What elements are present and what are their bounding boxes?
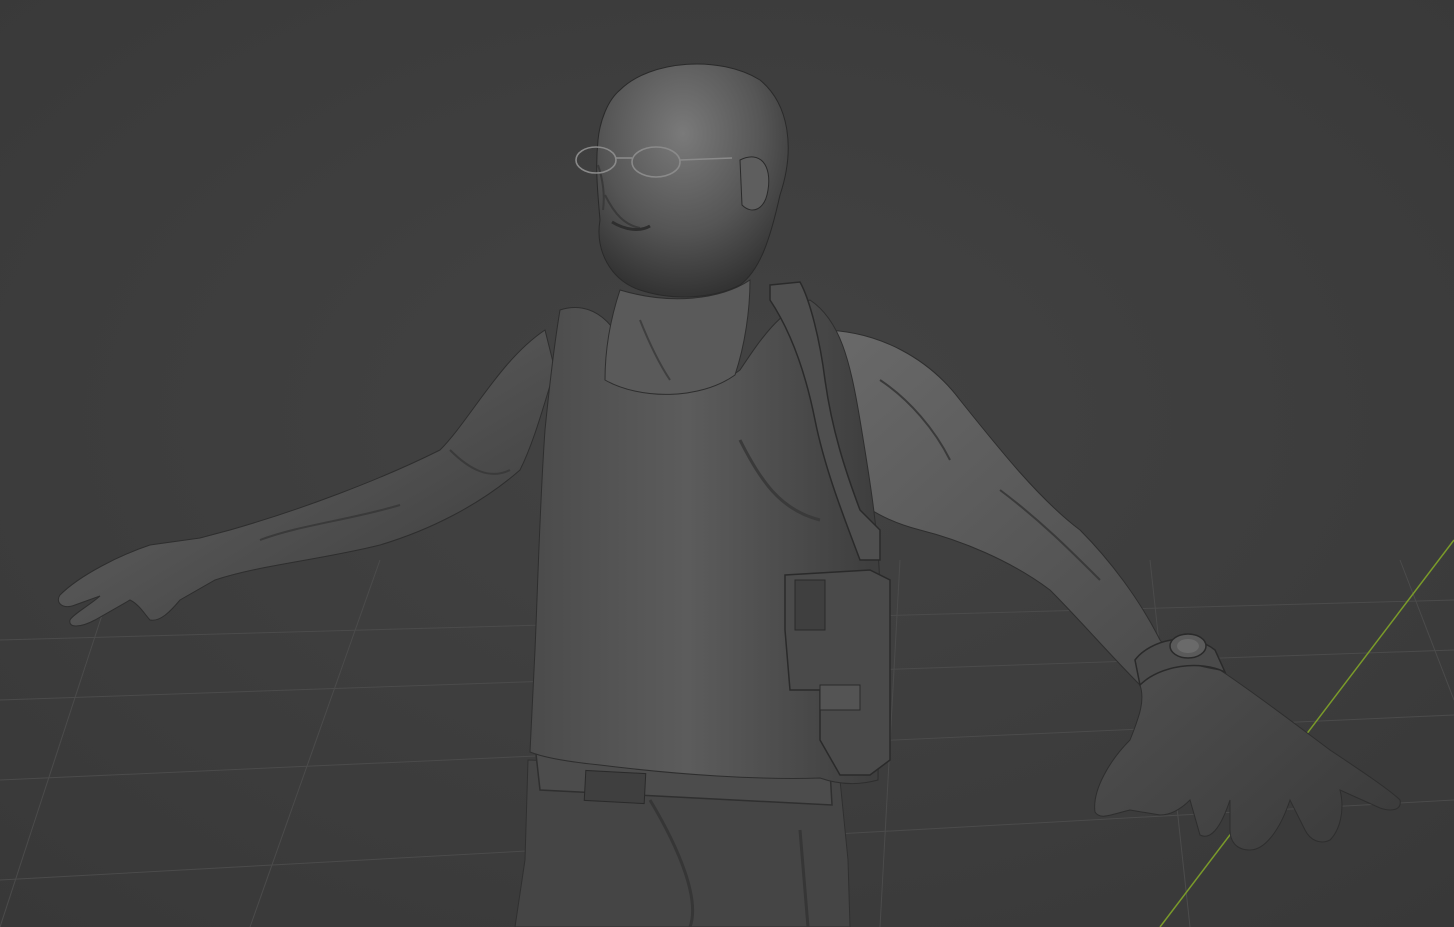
3d-viewport[interactable]: [0, 0, 1454, 927]
